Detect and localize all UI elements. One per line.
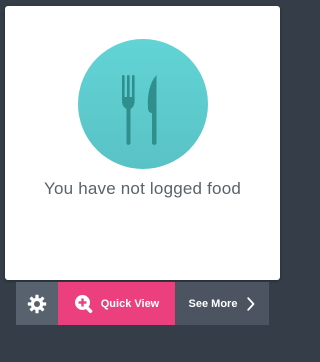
chevron-right-icon [247,296,255,311]
food-placeholder-circle [78,39,208,169]
zoom-plus-icon [74,294,94,314]
food-toolbar: Quick View See More [16,282,269,325]
quick-view-button[interactable]: Quick View [58,282,175,325]
see-more-label: See More [188,297,238,310]
settings-button[interactable] [16,282,58,325]
food-log-card: You have not logged food [5,6,280,280]
gear-icon [27,294,47,314]
empty-food-message: You have not logged food [43,179,241,198]
see-more-button[interactable]: See More [175,282,269,325]
quick-view-label: Quick View [100,297,160,310]
